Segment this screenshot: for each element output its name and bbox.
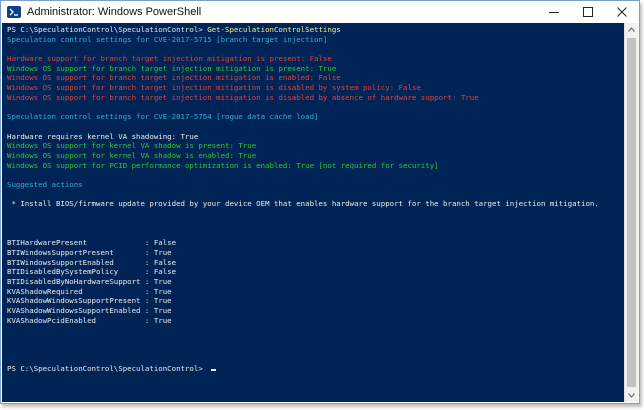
close-icon [617, 7, 627, 17]
console-line: PS C:\SpeculationControl\SpeculationCont… [7, 364, 623, 374]
console-line: BTIWindowsSupportPresent : True [7, 247, 172, 257]
chevron-up-icon [628, 27, 635, 32]
console-output: PS C:\SpeculationControl\SpeculationCont… [7, 25, 623, 374]
maximize-icon [583, 7, 593, 17]
console-line: KVAShadowRequired : True [7, 286, 172, 296]
console-line: Hardware requires kernel VA shadowing: T… [7, 131, 199, 141]
powershell-icon [7, 6, 21, 18]
console-line: Windows OS support for branch target inj… [7, 73, 341, 83]
console-line: * Install BIOS/firmware update provided … [7, 199, 599, 209]
console-line: Windows OS support for branch target inj… [7, 92, 479, 102]
chevron-down-icon [628, 393, 635, 398]
console-line: Speculation control settings for CVE-201… [7, 34, 328, 44]
console-line: KVAShadowPcidEnabled : True [7, 315, 172, 325]
prompt-text: PS C:\SpeculationControl\SpeculationCont… [7, 25, 208, 34]
console-line: Windows OS support for branch target inj… [7, 83, 421, 93]
minimize-icon [549, 12, 559, 13]
console-line: BTIHardwarePresent : False [7, 238, 177, 248]
scroll-up-button[interactable] [625, 23, 638, 36]
text-cursor [211, 369, 217, 372]
prompt-text: PS C:\SpeculationControl\SpeculationCont… [7, 364, 208, 374]
console-line: Windows OS support for kernel VA shadow … [7, 141, 257, 151]
console-line: PS C:\SpeculationControl\SpeculationCont… [7, 25, 623, 35]
maximize-button[interactable] [571, 1, 605, 23]
window-controls [537, 1, 639, 23]
window-title: Administrator: Windows PowerShell [27, 6, 202, 18]
console-line: BTIWindowsSupportEnabled : False [7, 257, 177, 267]
powershell-window: Administrator: Windows PowerShell PS C:\… [0, 0, 640, 404]
console-line: BTIDisabledByNoHardwareSupport : True [7, 276, 172, 286]
scroll-down-button[interactable] [625, 389, 638, 402]
console-line: Speculation control settings for CVE-201… [7, 112, 319, 122]
minimize-button[interactable] [537, 1, 571, 23]
console-line: BTIDisabledBySystemPolicy : False [7, 267, 177, 277]
console-line: KVAShadowWindowsSupportEnabled : True [7, 305, 172, 315]
console-line: Windows OS support for PCID performance … [7, 160, 439, 170]
scroll-thumb[interactable] [627, 38, 636, 387]
console-line: KVAShadowWindowsSupportPresent : True [7, 296, 172, 306]
close-button[interactable] [605, 1, 639, 23]
console-line: Windows OS support for branch target inj… [7, 63, 337, 73]
console-line: Windows OS support for kernel VA shadow … [7, 150, 257, 160]
console-line: Hardware support for branch target injec… [7, 54, 332, 64]
console-area[interactable]: PS C:\SpeculationControl\SpeculationCont… [2, 23, 625, 402]
console-line: Suggested actions [7, 180, 83, 189]
command-text: Get-SpeculationControlSettings [207, 25, 341, 34]
title-bar[interactable]: Administrator: Windows PowerShell [1, 1, 639, 23]
vertical-scrollbar[interactable] [624, 23, 638, 402]
